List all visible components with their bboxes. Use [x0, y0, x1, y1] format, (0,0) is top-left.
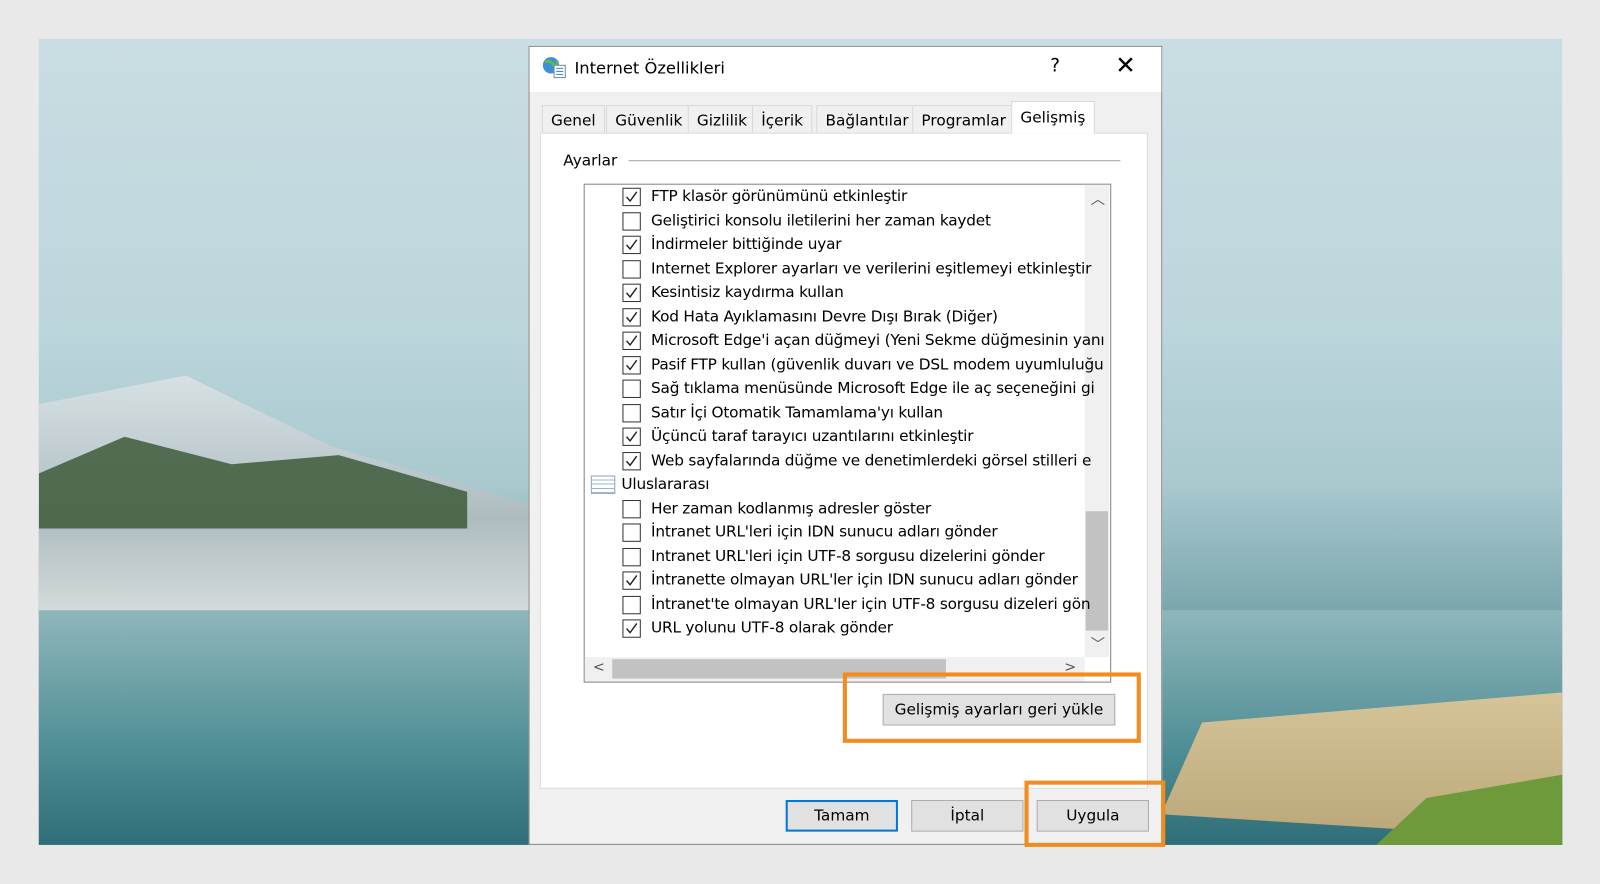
dialog-title: Internet Özellikleri	[574, 58, 725, 78]
settings-group-label: Ayarlar	[563, 151, 618, 170]
highlight-apply-button	[1024, 780, 1166, 847]
checkbox-checked[interactable]	[622, 307, 641, 327]
check-icon	[625, 335, 638, 347]
checkbox-checked[interactable]	[622, 571, 641, 590]
check-icon	[625, 359, 638, 371]
settings-item[interactable]: Intranet URL'leri için UTF-8 sorgusu diz…	[585, 545, 1085, 568]
settings-item[interactable]: FTP klasör görünümünü etkinleştir	[585, 186, 1085, 209]
checkbox-unchecked[interactable]	[622, 403, 641, 422]
settings-item-label: Sağ tıklama menüsünde Microsoft Edge ile…	[651, 378, 1095, 397]
scroll-up-icon[interactable]: ︿	[1091, 189, 1105, 209]
settings-item[interactable]: Kod Hata Ayıklamasını Devre Dışı Bırak (…	[585, 306, 1085, 329]
settings-item-label: Kod Hata Ayıklamasını Devre Dışı Bırak (…	[651, 306, 998, 325]
checkbox-checked[interactable]	[622, 331, 641, 350]
tab-guvenlik[interactable]: Güvenlik	[606, 105, 692, 133]
tab-programlar[interactable]: Programlar	[912, 105, 1016, 133]
settings-item[interactable]: İntranet URL'leri için IDN sunucu adları…	[585, 521, 1085, 544]
help-button[interactable]: ?	[1040, 55, 1071, 76]
settings-item-label: FTP klasör görünümünü etkinleştir	[651, 186, 908, 206]
check-icon	[625, 287, 638, 299]
settings-item-label: Internet Explorer ayarları ve verilerini…	[651, 258, 1092, 278]
vertical-scrollbar[interactable]: ︿ ﹀	[1084, 184, 1110, 658]
check-icon	[625, 431, 638, 442]
check-icon	[625, 311, 638, 323]
checkbox-unchecked[interactable]	[622, 211, 641, 231]
check-icon	[625, 239, 638, 251]
settings-item[interactable]: Geliştirici konsolu iletilerini her zama…	[585, 210, 1085, 233]
checkbox-unchecked[interactable]	[622, 595, 641, 614]
settings-item-label: Web sayfalarında düğme ve denetimlerdeki…	[651, 450, 1092, 469]
settings-item-label: İntranette olmayan URL'ler için IDN sunu…	[651, 570, 1078, 589]
group-divider	[628, 160, 1121, 162]
settings-item[interactable]: İndirmeler bittiğinde uyar	[585, 234, 1085, 257]
settings-item-label: Her zaman kodlanmış adresler göster	[651, 498, 932, 517]
settings-item[interactable]: İntranet'te olmayan URL'ler için UTF-8 s…	[585, 593, 1091, 616]
checkbox-checked[interactable]	[622, 619, 641, 638]
settings-item-label: Uluslararası	[621, 474, 710, 493]
settings-item-label: İntranet URL'leri için IDN sunucu adları…	[651, 522, 998, 541]
settings-item[interactable]: Sağ tıklama menüsünde Microsoft Edge ile…	[585, 378, 1095, 401]
internet-options-icon	[542, 57, 566, 79]
settings-item[interactable]: URL yolunu UTF-8 olarak gönder	[585, 617, 1085, 640]
checkbox-checked[interactable]	[622, 355, 641, 374]
settings-item-label: Satır İçi Otomatik Tamamlama'yı kullan	[651, 402, 943, 421]
highlight-restore-button	[842, 672, 1141, 743]
settings-item[interactable]: Kesintisiz kaydırma kullan	[585, 282, 1085, 305]
tab-icerik[interactable]: İçerik	[752, 105, 813, 133]
tab-gelismis[interactable]: Gelişmiş	[1011, 101, 1095, 134]
close-button[interactable]: ✕	[1107, 51, 1144, 80]
settings-item-label: URL yolunu UTF-8 olarak gönder	[651, 618, 893, 637]
settings-item[interactable]: Microsoft Edge'i açan düğmeyi (Yeni Sekm…	[585, 330, 1105, 353]
settings-item-label: İntranet'te olmayan URL'ler için UTF-8 s…	[651, 594, 1091, 613]
check-icon	[625, 623, 638, 634]
settings-item[interactable]: Satır İçi Otomatik Tamamlama'yı kullan	[585, 402, 1085, 425]
settings-category: Uluslararası	[585, 473, 1085, 496]
settings-item[interactable]: Üçüncü taraf tarayıcı uzantılarını etkin…	[585, 426, 1085, 449]
checkbox-checked[interactable]	[622, 235, 641, 255]
tab-baglantilar[interactable]: Bağlantılar	[816, 105, 918, 133]
settings-list[interactable]: ︿ ﹀ < > FTP klasör görünümünü etkinleşti…	[583, 183, 1112, 683]
checkbox-checked[interactable]	[622, 427, 641, 446]
settings-item[interactable]: Pasif FTP kullan (güvenlik duvarı ve DSL…	[585, 354, 1104, 377]
checkbox-unchecked[interactable]	[622, 523, 641, 542]
settings-item-label: Üçüncü taraf tarayıcı uzantılarını etkin…	[651, 426, 974, 445]
cancel-button[interactable]: İptal	[911, 799, 1024, 832]
check-icon	[625, 191, 638, 203]
settings-item[interactable]: Web sayfalarında düğme ve denetimlerdeki…	[585, 449, 1091, 472]
check-icon	[625, 455, 638, 466]
checkbox-unchecked[interactable]	[622, 379, 641, 398]
tab-gizlilik[interactable]: Gizlilik	[687, 105, 757, 133]
settings-item-label: İndirmeler bittiğinde uyar	[651, 234, 842, 254]
settings-item-label: Kesintisiz kaydırma kullan	[651, 282, 844, 302]
scroll-left-icon[interactable]: <	[593, 659, 605, 675]
settings-item[interactable]: Her zaman kodlanmış adresler göster	[585, 497, 1085, 520]
ok-button[interactable]: Tamam	[785, 799, 898, 832]
settings-item[interactable]: İntranette olmayan URL'ler için IDN sunu…	[585, 569, 1085, 592]
checkbox-checked[interactable]	[622, 451, 641, 470]
checkbox-checked[interactable]	[622, 187, 641, 207]
settings-item-label: Pasif FTP kullan (güvenlik duvarı ve DSL…	[651, 354, 1104, 373]
check-icon	[625, 575, 638, 586]
category-icon	[590, 475, 616, 494]
settings-item-label: Geliştirici konsolu iletilerini her zama…	[651, 210, 991, 230]
checkbox-unchecked[interactable]	[622, 259, 641, 279]
checkbox-unchecked[interactable]	[622, 547, 641, 566]
settings-item-label: Microsoft Edge'i açan düğmeyi (Yeni Sekm…	[651, 330, 1105, 349]
scroll-down-icon[interactable]: ﹀	[1091, 634, 1105, 654]
checkbox-checked[interactable]	[622, 283, 641, 303]
checkbox-unchecked[interactable]	[622, 499, 641, 518]
tab-genel[interactable]: Genel	[541, 105, 605, 133]
settings-item[interactable]: Internet Explorer ayarları ve verilerini…	[585, 258, 1091, 281]
settings-item-label: Intranet URL'leri için UTF-8 sorgusu diz…	[651, 546, 1045, 565]
title-bar: Internet Özellikleri ? ✕	[529, 46, 1162, 92]
